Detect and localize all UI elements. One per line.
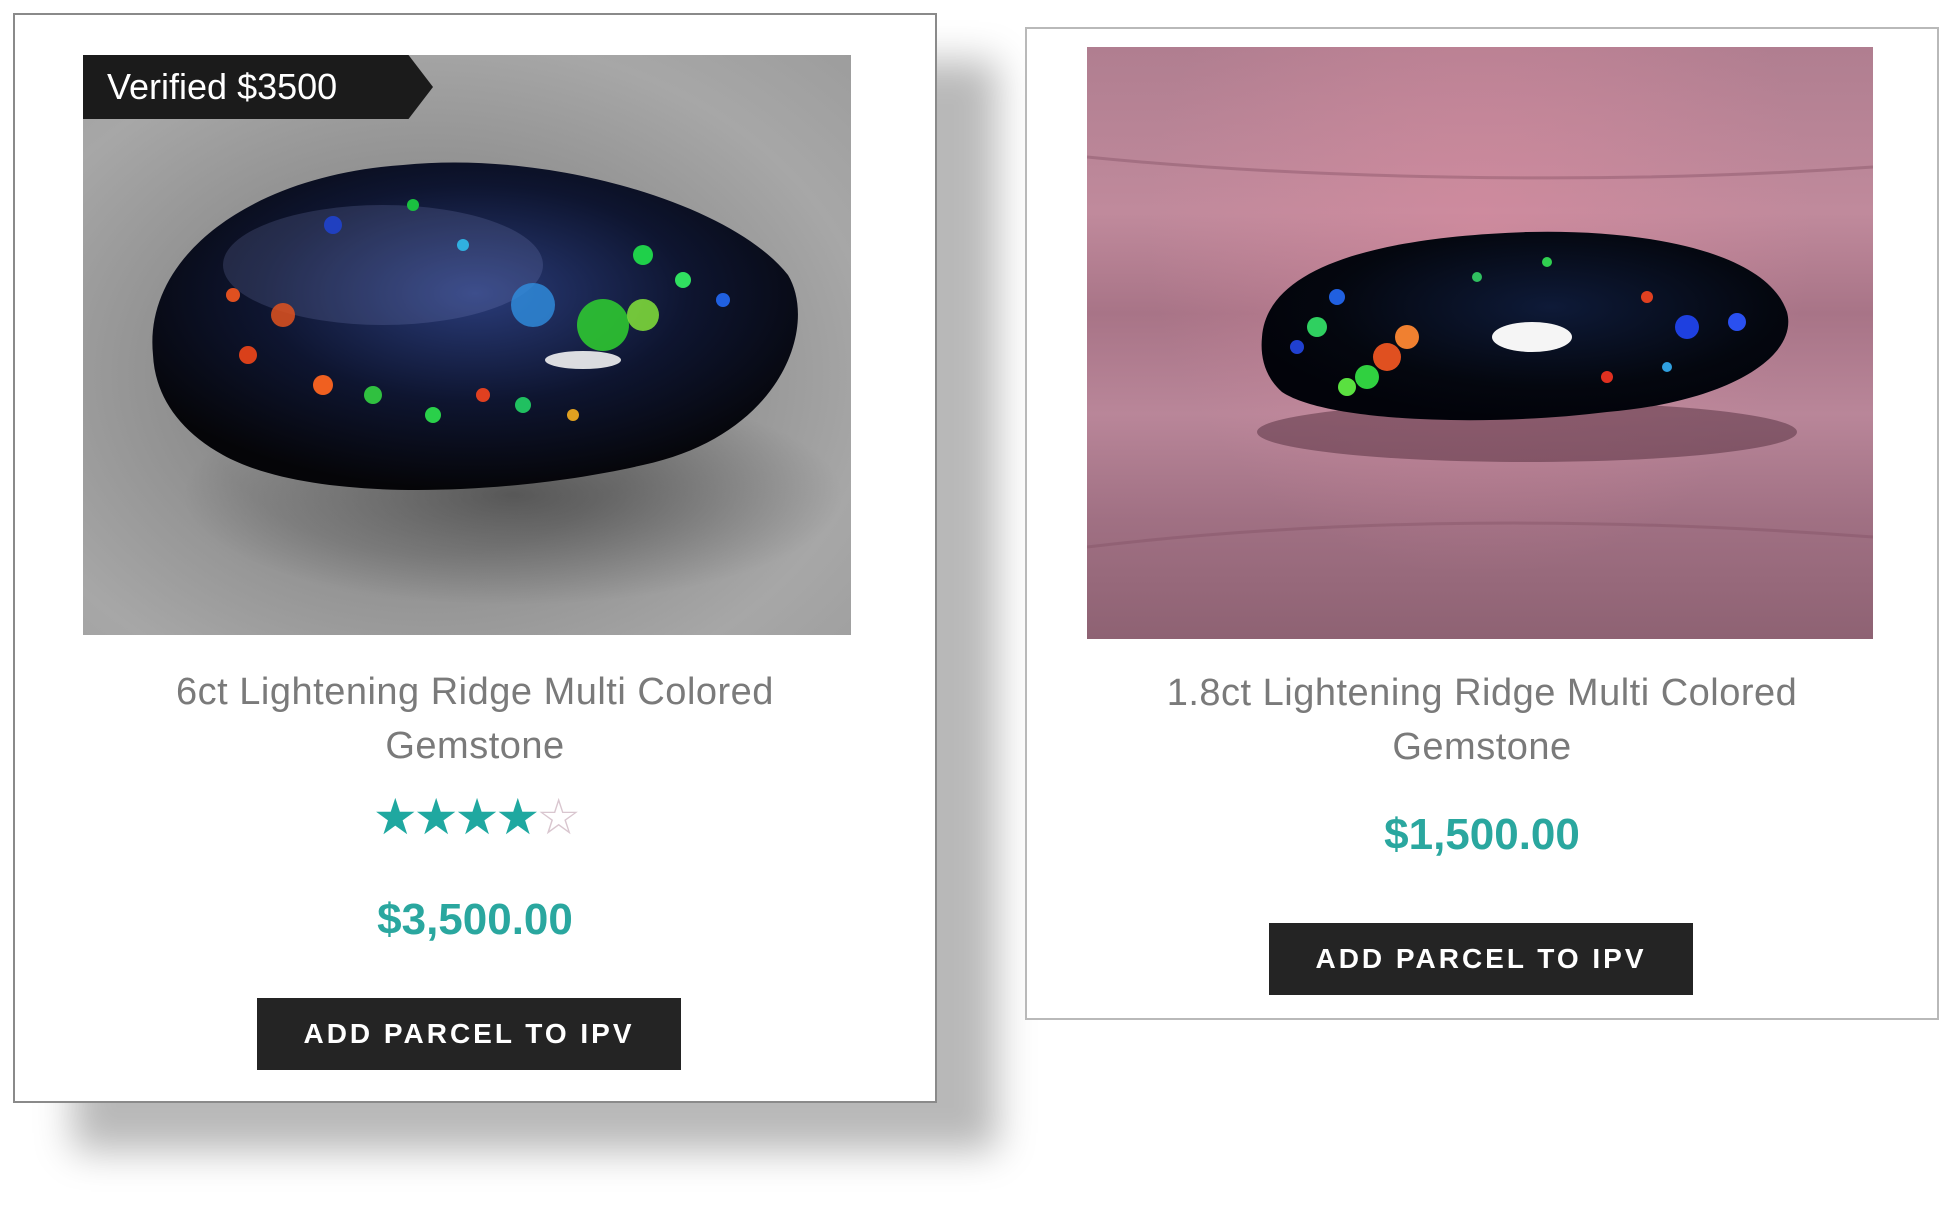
product-card: Verified $3500 6ct Lightening Ridge Mult…: [13, 13, 937, 1103]
opal-gemstone-illustration: [152, 162, 843, 605]
add-parcel-to-ipv-button[interactable]: ADD PARCEL TO IPV: [1269, 923, 1693, 995]
product-image-opal-on-finger[interactable]: [1087, 47, 1873, 639]
product-price: $1,500.00: [1384, 810, 1580, 859]
star-filled-icon: ★: [454, 789, 500, 845]
add-parcel-to-ipv-button[interactable]: ADD PARCEL TO IPV: [257, 998, 681, 1070]
star-filled-icon: ★: [495, 789, 540, 845]
product-card: 1.8ct Lightening Ridge Multi Colored Gem…: [1025, 27, 1939, 1020]
star-filled-icon: ★: [413, 789, 459, 845]
product-image-opal-gray[interactable]: Verified $3500: [83, 55, 851, 635]
product-price: $3,500.00: [377, 895, 573, 944]
verified-price-badge: Verified $3500: [83, 55, 433, 119]
star-rating: ★★★★☆: [15, 787, 935, 847]
product-title[interactable]: 1.8ct Lightening Ridge Multi Colored Gem…: [1027, 666, 1937, 774]
opal-gemstone-illustration: [1087, 155, 1873, 549]
star-filled-icon: ★: [372, 789, 418, 845]
product-title[interactable]: 6ct Lightening Ridge Multi Colored Gemst…: [15, 665, 935, 773]
star-empty-icon: ☆: [536, 789, 581, 845]
